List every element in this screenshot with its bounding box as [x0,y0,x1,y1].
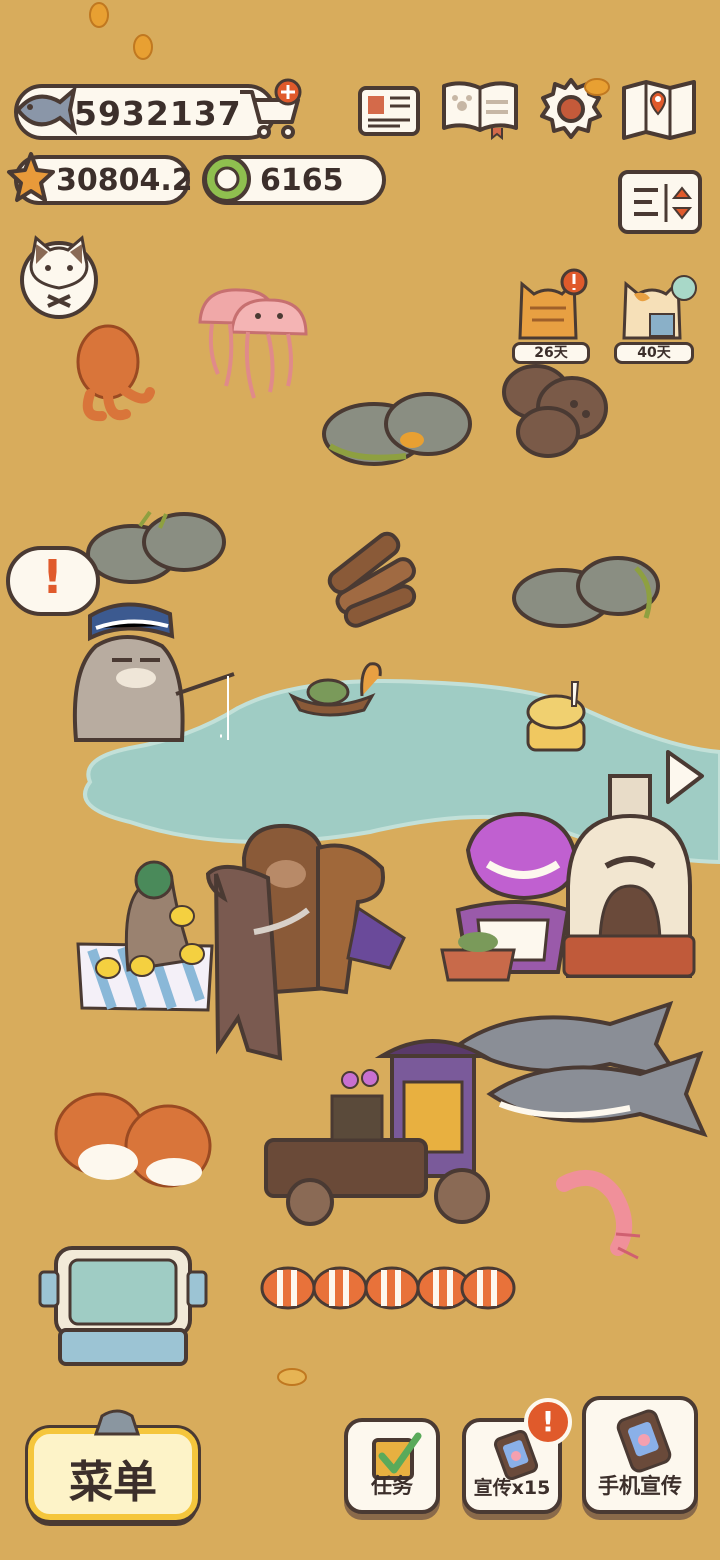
sailor-cat[interactable] [66,590,236,744]
coin-count: 6165 [260,163,344,198]
guest-days-tag: 40天 [614,342,694,364]
stone-oven [562,774,696,978]
coin-icon [203,155,251,203]
menu-label: 菜单 [69,1457,157,1508]
rock-pile [86,510,226,584]
promo-label: 宣传x15 [473,1477,551,1499]
newspaper-icon[interactable] [356,82,422,140]
pufferfish-group [54,1092,212,1188]
shrimp-creature [556,1169,641,1260]
shop-cart-icon[interactable] [236,78,306,142]
clownfish-school [260,1266,516,1310]
waffle-float [526,681,586,752]
rock-pile [512,556,660,628]
fish-count: 5932137 [74,94,242,133]
phone-promo-button[interactable]: 手机宣传 [582,1396,698,1514]
water-tank [38,1246,208,1366]
sort-toggle-button[interactable] [618,170,702,234]
owner-cat-avatar[interactable] [18,230,100,320]
pet-cookie-pile [502,364,608,458]
potion-cart [264,1039,492,1226]
paw-book-icon[interactable] [440,78,520,141]
leaf-decoration [89,2,109,28]
map-icon[interactable] [620,78,700,142]
menu-button[interactable]: 菜单 [28,1409,198,1520]
octopus-creature [76,324,155,422]
guest-days-tag: 26天 [512,342,590,364]
guest-cat-calico[interactable] [614,264,704,346]
phone-paw-icon [616,1409,672,1473]
tasks-label: 任务 [371,1474,413,1498]
phone-promo-label: 手机宣传 [598,1474,682,1498]
rock-pile [322,392,472,466]
guest-cat-orange[interactable] [510,264,600,346]
jellyfish-creature [198,288,308,399]
firewood-pile [327,531,417,628]
dragon-boat [288,662,382,717]
tasks-button[interactable]: 任务 [344,1418,440,1514]
sort-toggle-icon [634,184,693,222]
leaf-decoration [133,34,153,60]
clipboard-clip-icon [93,1409,141,1436]
promo-alert-badge: ! [524,1398,572,1446]
star-count: 30804.2 [56,163,193,198]
fish-icon [15,84,78,136]
alert-mark: ! [42,550,63,604]
leaf-decoration [277,1368,307,1386]
bear-wolf-moose-group [205,823,406,1061]
leaf-decoration [584,78,610,96]
starfish-icon [7,152,55,202]
